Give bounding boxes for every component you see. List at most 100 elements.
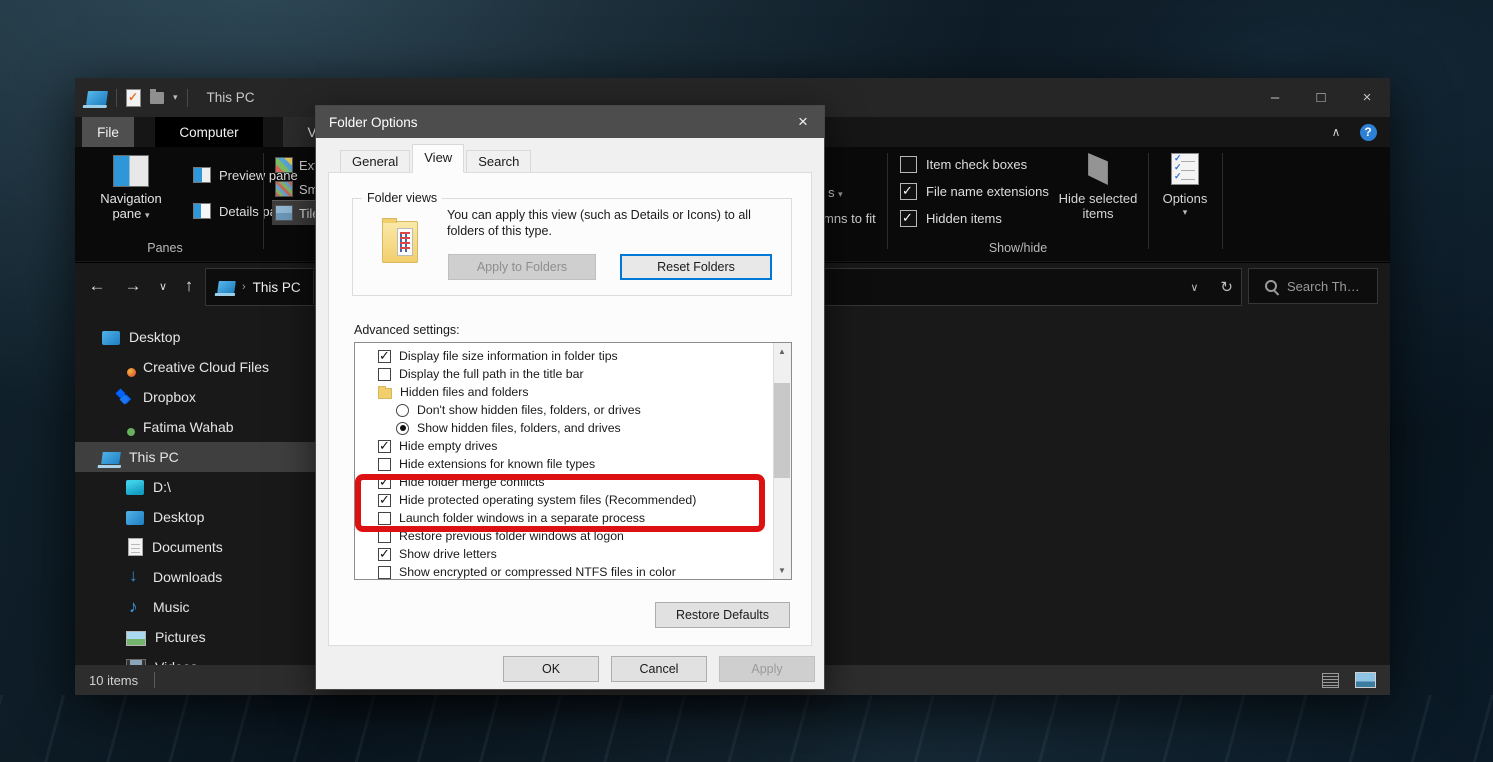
advanced-setting-row[interactable]: Don't show hidden files, folders, or dri… <box>355 401 791 419</box>
advanced-setting-label: Show encrypted or compressed NTFS files … <box>399 565 676 579</box>
dialog-tab[interactable]: View <box>412 144 464 173</box>
advanced-setting-row[interactable]: Show hidden files, folders, and drives <box>355 419 791 437</box>
options-button[interactable]: Options ▾ <box>1153 151 1217 218</box>
up-icon[interactable]: ↑ <box>175 263 203 309</box>
dialog-tab[interactable]: Search <box>466 150 531 173</box>
advanced-setting-control[interactable] <box>378 388 392 399</box>
sidebar-item[interactable]: This PC <box>75 442 342 472</box>
advanced-setting-label: Display the full path in the title bar <box>399 367 584 381</box>
address-dropdown-icon[interactable]: ∨ <box>1190 281 1198 294</box>
advanced-setting-row[interactable]: Hide protected operating system files (R… <box>355 491 791 509</box>
reset-folders-button[interactable]: Reset Folders <box>620 254 772 280</box>
refresh-icon[interactable]: ↻ <box>1220 278 1233 296</box>
checkbox[interactable] <box>900 210 917 227</box>
advanced-setting-label: Show hidden files, folders, and drives <box>417 421 621 435</box>
dialog-close-icon[interactable]: × <box>782 106 824 138</box>
advanced-setting-control[interactable] <box>378 476 391 489</box>
folder-views-icon <box>382 221 418 263</box>
advanced-setting-row[interactable]: Display the full path in the title bar <box>355 365 791 383</box>
advanced-setting-control[interactable] <box>378 530 391 543</box>
ribbon-checkbox-row[interactable]: File name extensions <box>900 183 1049 199</box>
help-icon[interactable]: ? <box>1356 117 1380 147</box>
advanced-setting-label: Hidden files and folders <box>400 385 529 399</box>
sidebar-item-icon <box>116 389 134 405</box>
apply-to-folders-button[interactable]: Apply to Folders <box>448 254 596 280</box>
search-box[interactable] <box>1248 268 1378 304</box>
advanced-setting-control[interactable] <box>396 422 409 435</box>
advanced-setting-row[interactable]: Hide extensions for known file types <box>355 455 791 473</box>
details-view-icon[interactable] <box>1322 673 1339 688</box>
advanced-setting-row[interactable]: Hide empty drives <box>355 437 791 455</box>
advanced-setting-row[interactable]: Launch folder windows in a separate proc… <box>355 509 791 527</box>
search-icon <box>1265 280 1277 292</box>
add-columns-partial-label[interactable]: s ▾ <box>828 185 843 200</box>
apply-button[interactable]: Apply <box>719 656 815 682</box>
ok-button[interactable]: OK <box>503 656 599 682</box>
sidebar-item-label: Fatima Wahab <box>143 419 234 435</box>
back-icon[interactable]: ← <box>83 263 111 309</box>
forward-icon[interactable]: → <box>119 263 147 309</box>
thumbnail-view-icon[interactable] <box>1355 672 1376 688</box>
group-separator <box>1222 153 1223 249</box>
layout-option[interactable]: Sma <box>272 177 316 201</box>
group-separator <box>887 153 888 249</box>
advanced-setting-control[interactable] <box>378 494 391 507</box>
advanced-setting-control[interactable] <box>378 440 391 453</box>
customize-toolbar-icon[interactable]: ▾ <box>173 92 178 103</box>
tab-computer[interactable]: Computer <box>155 117 263 147</box>
advanced-setting-control[interactable] <box>378 512 391 525</box>
advanced-settings-list[interactable]: Display file size information in folder … <box>354 342 792 580</box>
advanced-setting-control[interactable] <box>378 368 391 381</box>
cancel-button[interactable]: Cancel <box>611 656 707 682</box>
sidebar-item-label: Creative Cloud Files <box>143 359 269 375</box>
advanced-setting-row[interactable]: Show drive letters <box>355 545 791 563</box>
ribbon-checkbox-row[interactable]: Hidden items <box>900 210 1049 226</box>
layout-option[interactable]: Extr <box>272 153 316 177</box>
dialog-tabs: General View Search <box>340 145 533 173</box>
scrollbar-thumb[interactable] <box>774 383 790 478</box>
sidebar-item[interactable]: Dropbox <box>75 382 356 412</box>
advanced-setting-control[interactable] <box>378 458 391 471</box>
sidebar-item-label: This PC <box>129 449 179 465</box>
sidebar-item[interactable]: Fatima Wahab <box>75 412 356 442</box>
new-folder-icon[interactable] <box>150 92 164 104</box>
advanced-setting-control[interactable] <box>396 404 409 417</box>
advanced-setting-row[interactable]: Show encrypted or compressed NTFS files … <box>355 563 791 580</box>
caption-buttons: – □ × <box>1252 78 1390 117</box>
checkbox[interactable] <box>900 183 917 200</box>
layout-option[interactable]: Tile <box>272 201 316 225</box>
close-button[interactable]: × <box>1344 78 1390 117</box>
sidebar-item-icon <box>126 631 146 646</box>
advanced-setting-control[interactable] <box>378 566 391 579</box>
layout-option-icon <box>275 181 293 197</box>
advanced-setting-row[interactable]: Display file size information in folder … <box>355 347 791 365</box>
navigation-pane-button[interactable]: Navigation pane ▾ <box>85 151 177 239</box>
search-input[interactable] <box>1285 278 1369 295</box>
size-columns-partial-label[interactable]: mns to fit <box>823 211 876 226</box>
sidebar-item-icon <box>128 538 143 556</box>
breadcrumb-segment[interactable]: › This PC <box>206 270 314 304</box>
advanced-setting-control[interactable] <box>378 350 391 363</box>
hide-selected-items-button[interactable]: Hide selected items <box>1058 151 1138 221</box>
advanced-setting-row[interactable]: Hide folder merge conflicts <box>355 473 791 491</box>
folder-views-group-label: Folder views <box>362 191 442 205</box>
recent-locations-icon[interactable]: ∨ <box>153 263 173 309</box>
advanced-setting-row[interactable]: Hidden files and folders <box>355 383 791 401</box>
folder-options-dialog: Folder Options × General View Search Fol… <box>315 105 825 690</box>
sidebar-item[interactable]: Desktop <box>75 322 342 352</box>
properties-icon[interactable] <box>126 89 141 107</box>
minimize-button[interactable]: – <box>1252 78 1298 117</box>
advanced-setting-row[interactable]: Restore previous folder windows at logon <box>355 527 791 545</box>
scrollbar[interactable]: ▲ ▼ <box>773 343 791 579</box>
checkbox[interactable] <box>900 156 917 173</box>
sidebar-item[interactable]: Creative Cloud Files <box>75 352 356 382</box>
collapse-ribbon-icon[interactable]: ∧ <box>1324 117 1348 147</box>
ribbon-checkbox-row[interactable]: Item check boxes <box>900 156 1049 172</box>
dialog-tab[interactable]: General <box>340 150 410 173</box>
tab-file[interactable]: File <box>82 117 134 147</box>
scroll-down-icon[interactable]: ▼ <box>774 562 790 579</box>
advanced-setting-control[interactable] <box>378 548 391 561</box>
maximize-button[interactable]: □ <box>1298 78 1344 117</box>
restore-defaults-button[interactable]: Restore Defaults <box>655 602 790 628</box>
scroll-up-icon[interactable]: ▲ <box>774 343 790 360</box>
